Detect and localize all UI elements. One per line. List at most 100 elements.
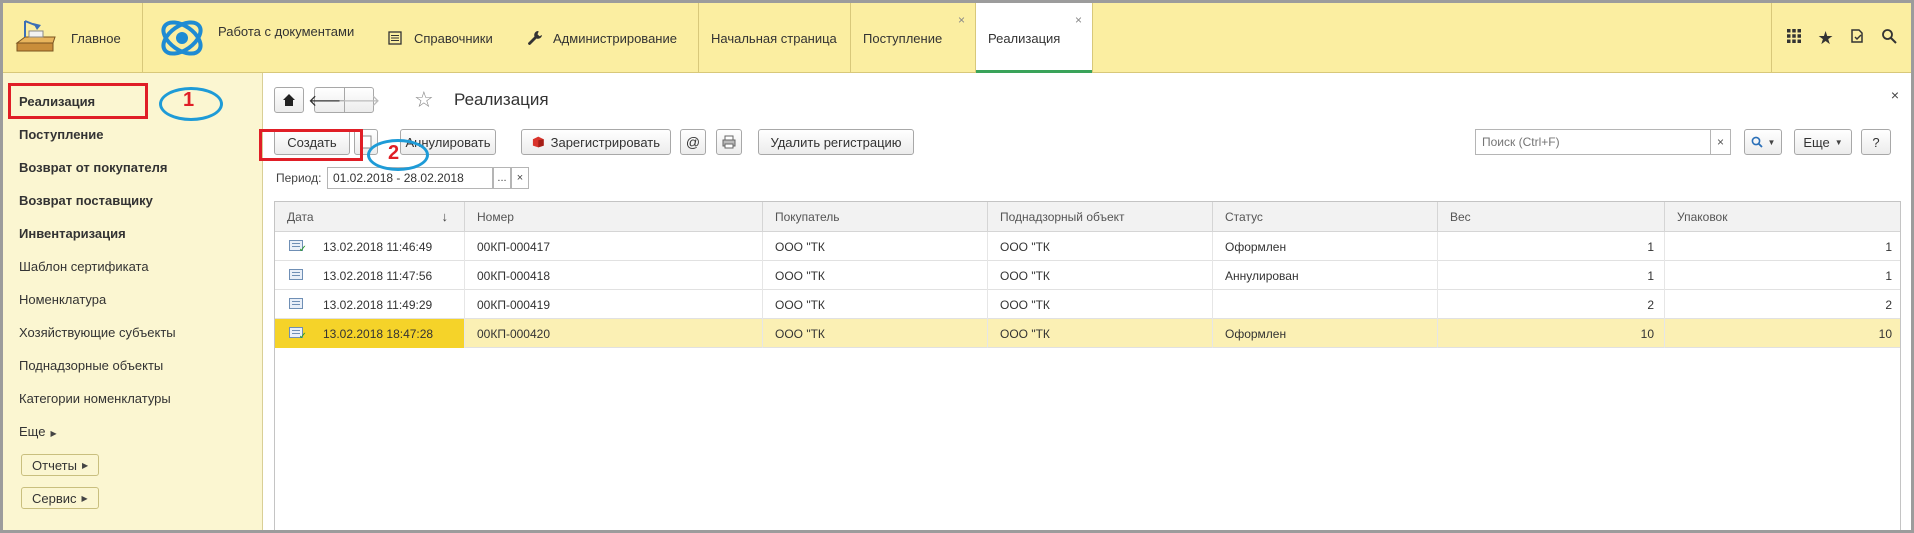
annotation-number-2: 2 xyxy=(388,142,400,164)
sidebar-item-certificate-template[interactable]: Шаблон сертификата xyxy=(19,259,149,274)
home-icon xyxy=(283,94,295,106)
delete-registration-button[interactable]: Удалить регистрацию xyxy=(758,129,914,155)
cell-object: ООО "ТК xyxy=(988,290,1213,319)
sort-arrow-icon: ↓ xyxy=(441,209,449,224)
help-button[interactable]: ? xyxy=(1861,129,1891,155)
sidebar-item-nomenclature[interactable]: Номенклатура xyxy=(19,292,106,307)
tab-start-page[interactable]: Начальная страница xyxy=(698,3,845,73)
grid-icon[interactable] xyxy=(1782,28,1806,49)
sidebar-item-business-entities[interactable]: Хозяйствующие субъекты xyxy=(19,325,176,340)
sidebar-item-more-label: Еще xyxy=(19,424,46,439)
documents-table: Дата ↓ Номер Покупатель Поднадзорный объ… xyxy=(274,201,1901,530)
cell-packs: 1 xyxy=(1885,240,1892,254)
sidebar: Реализация Поступление Возврат от покупа… xyxy=(3,73,263,530)
page-title: Реализация xyxy=(454,90,549,109)
email-button[interactable]: @ xyxy=(680,129,706,155)
period-clear-icon[interactable]: × xyxy=(511,167,529,189)
cell-weight: 1 xyxy=(1438,232,1665,261)
cell-status: Оформлен xyxy=(1213,319,1438,348)
close-icon[interactable]: × xyxy=(1075,13,1082,27)
annotation-highlight-2 xyxy=(259,129,363,161)
chevron-right-icon: ▶ xyxy=(81,460,89,470)
cell-date: ✓ 13.02.2018 11:46:49 xyxy=(275,232,465,261)
cell-number: 00КП-000417 xyxy=(465,232,763,261)
cell-buyer: ООО "ТК xyxy=(763,290,988,319)
section-documents-label: Работа с документами xyxy=(218,23,355,39)
cell-packs: 10 xyxy=(1878,327,1892,341)
sidebar-item-inventory[interactable]: Инвентаризация xyxy=(19,226,126,241)
column-header-packs[interactable]: Упаковок xyxy=(1665,202,1902,232)
column-header-weight[interactable]: Вес xyxy=(1438,202,1665,232)
at-sign-icon: @ xyxy=(685,134,701,150)
star-icon[interactable]: ★ xyxy=(1814,28,1838,49)
period-select-button[interactable]: ... xyxy=(493,167,511,189)
section-admin[interactable]: Администрирование xyxy=(527,3,697,73)
print-button[interactable] xyxy=(716,129,742,155)
cell-date-value: 13.02.2018 11:46:49 xyxy=(323,240,433,254)
cell-object: ООО "ТК xyxy=(988,319,1213,348)
close-icon[interactable]: × xyxy=(958,13,965,27)
sidebar-item-supplier-return[interactable]: Возврат поставщику xyxy=(19,193,153,208)
search-icon xyxy=(1751,136,1763,148)
section-admin-label: Администрирование xyxy=(553,30,677,46)
clear-search-icon[interactable]: × xyxy=(1711,129,1731,155)
main-panel: 🡐 🡒 ☆ Реализация × Создать Аннулировать … xyxy=(264,73,1911,530)
forward-button[interactable]: 🡒 xyxy=(338,87,380,113)
cell-object: ООО "ТК xyxy=(988,261,1213,290)
cell-weight: 1 xyxy=(1438,261,1665,290)
search-input[interactable] xyxy=(1475,129,1711,155)
list-icon xyxy=(388,31,402,45)
arrow-right-icon: 🡒 xyxy=(337,92,381,110)
section-home[interactable]: Главное xyxy=(3,3,143,73)
reports-button[interactable]: Отчеты ▶ xyxy=(21,454,100,476)
cell-date-value: 13.02.2018 11:49:29 xyxy=(323,298,433,312)
sidebar-item-customer-return[interactable]: Возврат от покупателя xyxy=(19,160,167,175)
document-icon xyxy=(289,298,303,309)
document-posted-icon: ✓ xyxy=(289,327,307,342)
section-references-label: Справочники xyxy=(414,30,493,46)
tab-incoming[interactable]: Поступление × xyxy=(850,3,975,73)
favorite-star-icon[interactable]: ☆ xyxy=(414,87,434,113)
column-header-number[interactable]: Номер xyxy=(465,202,763,232)
search-options-button[interactable]: ▼ xyxy=(1744,129,1782,155)
table-row[interactable]: ✓ 13.02.2018 11:46:49 00КП-000417 ООО "Т… xyxy=(275,232,1900,261)
cell-status xyxy=(1213,290,1438,319)
column-header-object[interactable]: Поднадзорный объект xyxy=(988,202,1213,232)
column-header-status[interactable]: Статус xyxy=(1213,202,1438,232)
section-documents[interactable]: Работа с документами xyxy=(158,3,373,73)
printer-icon xyxy=(722,135,736,149)
sidebar-item-more[interactable]: Еще ▶ xyxy=(19,424,57,439)
table-row-selected[interactable]: ✓ 13.02.2018 18:47:28 00КП-000420 ООО "Т… xyxy=(275,319,1900,348)
table-header: Дата ↓ Номер Покупатель Поднадзорный объ… xyxy=(275,202,1900,232)
section-home-label: Главное xyxy=(71,30,121,46)
search-icon[interactable] xyxy=(1877,28,1901,49)
section-references[interactable]: Справочники xyxy=(388,3,518,73)
tab-sales-label: Реализация xyxy=(988,30,1061,46)
cell-number: 00КП-000419 xyxy=(465,290,763,319)
column-header-date[interactable]: Дата ↓ xyxy=(275,202,465,232)
cell-date: ✓ 13.02.2018 18:47:28 xyxy=(275,319,465,348)
period-field[interactable]: 01.02.2018 - 28.02.2018 xyxy=(327,167,493,189)
home-button[interactable] xyxy=(274,87,304,113)
service-button-label: Сервис xyxy=(32,490,77,506)
table-row[interactable]: 13.02.2018 11:49:29 00КП-000419 ООО "ТК … xyxy=(275,290,1900,319)
cell-packs: 1 xyxy=(1885,269,1892,283)
reports-button-label: Отчеты xyxy=(32,457,77,473)
cell-status: Аннулирован xyxy=(1213,261,1438,290)
register-button[interactable]: Зарегистрировать xyxy=(521,129,671,155)
more-button[interactable]: Еще ▼ xyxy=(1794,129,1852,155)
service-button[interactable]: Сервис ▶ xyxy=(21,487,99,509)
tab-sales[interactable]: Реализация × xyxy=(975,3,1093,73)
chevron-right-icon: ▶ xyxy=(50,429,57,438)
history-icon[interactable] xyxy=(1845,28,1869,49)
close-icon[interactable]: × xyxy=(1891,87,1899,103)
chevron-down-icon: ▼ xyxy=(1767,137,1776,147)
sidebar-item-incoming[interactable]: Поступление xyxy=(19,127,104,142)
period-label: Период: xyxy=(276,171,322,185)
top-bar: Главное Работа с документами Справочники xyxy=(3,3,1911,73)
sidebar-item-nomenclature-categories[interactable]: Категории номенклатуры xyxy=(19,391,171,406)
column-header-buyer[interactable]: Покупатель xyxy=(763,202,988,232)
cell-buyer: ООО "ТК xyxy=(763,261,988,290)
table-row[interactable]: 13.02.2018 11:47:56 00КП-000418 ООО "ТК … xyxy=(275,261,1900,290)
sidebar-item-supervised-objects[interactable]: Поднадзорные объекты xyxy=(19,358,163,373)
